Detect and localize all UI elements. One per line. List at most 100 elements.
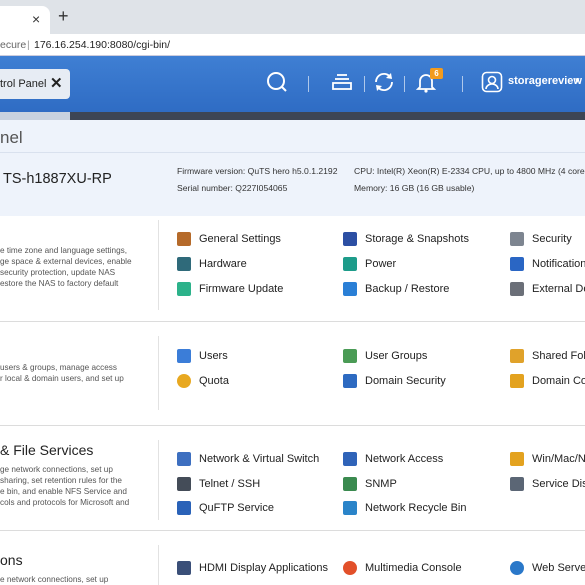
hardware-icon [177, 257, 191, 271]
network-access-icon [343, 452, 357, 466]
browser-tab[interactable]: × [0, 6, 50, 34]
qts-top-bar: trol Panel ✕ [0, 56, 585, 112]
divider [308, 76, 309, 92]
nas-model-name: TS-h1887XU-RP [3, 171, 112, 187]
user-groups-icon [343, 349, 357, 363]
tab-strip [0, 112, 70, 120]
item-label: Multimedia Console [365, 562, 462, 574]
divider [404, 76, 405, 92]
terminal-icon [177, 477, 191, 491]
item-label: Hardware [199, 258, 247, 270]
new-tab-button[interactable]: + [58, 6, 69, 27]
item-label: Win/Mac/N [532, 453, 585, 465]
description-line: ge network connections, set up [0, 465, 113, 474]
web-server-icon [510, 561, 524, 575]
item-label: QuFTP Service [199, 502, 274, 514]
item-label: Network & Virtual Switch [199, 453, 320, 465]
shared-folder-icon [510, 349, 524, 363]
recycle-bin-icon [343, 501, 357, 515]
item-label: Shared Fold [532, 350, 585, 362]
window-title-strip [70, 112, 585, 120]
url-text[interactable]: 176.16.254.190:8080/cgi-bin/ [34, 34, 170, 56]
description-line: security protection, update NAS [0, 268, 116, 277]
hdmi-icon [177, 561, 191, 575]
external-device-icon [510, 282, 524, 296]
item-label: Backup / Restore [365, 283, 450, 295]
cpu-info: CPU: Intel(R) Xeon(R) E-2334 CPU, up to … [354, 166, 585, 176]
users-icon [177, 349, 191, 363]
divider [364, 76, 365, 92]
stack-icon[interactable] [330, 70, 354, 94]
close-tab-icon[interactable]: × [32, 11, 40, 27]
power-icon [343, 257, 357, 271]
description-line: ge space & external devices, enable [0, 257, 132, 266]
item-label: SNMP [365, 478, 397, 490]
notification-icon [510, 257, 524, 271]
divider [158, 220, 159, 310]
item-label: Service Disc [532, 478, 585, 490]
lock-icon [510, 232, 524, 246]
description-line: estore the NAS to factory default [0, 279, 119, 288]
storage-icon [343, 232, 357, 246]
network-switch-icon [177, 452, 191, 466]
divider [0, 152, 585, 153]
browser-tab-bar: × + [0, 0, 585, 34]
item-label: Quota [199, 375, 229, 387]
section-title: & File Services [0, 442, 94, 458]
item-label: Users [199, 350, 228, 362]
item-label: Telnet / SSH [199, 478, 261, 490]
item-label: HDMI Display Applications [199, 562, 328, 574]
backup-icon [343, 282, 357, 296]
chevron-down-icon[interactable]: ▾ [575, 75, 580, 86]
description-line: e bin, and enable NFS Service and [0, 487, 127, 496]
firmware-version: Firmware version: QuTS hero h5.0.1.2192 [177, 166, 338, 176]
description-line: e network connections, set up [0, 575, 109, 584]
item-label: Security [532, 233, 572, 245]
network-section-description: ge network connections, set up sharing, … [0, 464, 150, 508]
username-label[interactable]: storagereview [508, 75, 582, 87]
domain-controller-icon [510, 374, 524, 388]
control-panel-tab[interactable]: trol Panel ✕ [0, 69, 70, 99]
memory-info: Memory: 16 GB (16 GB usable) [354, 183, 475, 193]
description-line: users & groups, manage access [0, 363, 117, 372]
divider [158, 336, 159, 410]
win-mac-icon [510, 452, 524, 466]
item-label: Network Access [365, 453, 444, 465]
item-label: Power [365, 258, 397, 270]
divider [158, 440, 159, 520]
description-line: sharing, set retention rules for the [0, 476, 122, 485]
item-label: Notification [532, 258, 585, 270]
page-title: nel [0, 128, 23, 147]
item-label: Storage & Snapshots [365, 233, 469, 245]
item-label: Domain Security [365, 375, 446, 387]
serial-number: Serial number: Q227I054065 [177, 183, 288, 193]
snmp-icon [343, 477, 357, 491]
description-line: e time zone and language settings, [0, 246, 127, 255]
item-label: Web Server [532, 562, 585, 574]
notification-badge: 6 [430, 68, 443, 79]
service-discovery-icon [510, 477, 524, 491]
section-divider [0, 321, 585, 322]
close-icon[interactable]: ✕ [50, 69, 63, 99]
item-label: Domain Con [532, 375, 585, 387]
description-line: cols and protocols for Microsoft and [0, 498, 130, 507]
search-icon[interactable] [265, 70, 289, 94]
item-label: Network Recycle Bin [365, 502, 467, 514]
system-section-description: e time zone and language settings, ge sp… [0, 245, 150, 289]
user-icon[interactable] [480, 70, 504, 94]
item-label: External De [532, 283, 585, 295]
ftp-icon [177, 501, 191, 515]
description-line: r local & domain users, and set up [0, 374, 124, 383]
privilege-section-description: users & groups, manage access r local & … [0, 362, 150, 384]
divider [462, 76, 463, 92]
applications-section-description: e network connections, set up [0, 574, 150, 585]
address-bar[interactable]: ecure | 176.16.254.190:8080/cgi-bin/ [0, 34, 585, 56]
general-settings-icon [177, 232, 191, 246]
section-title: ons [0, 552, 23, 568]
item-label: User Groups [365, 350, 428, 362]
sync-icon[interactable] [372, 70, 396, 94]
section-divider [0, 425, 585, 426]
multimedia-icon [343, 561, 357, 575]
control-panel-tab-label: trol Panel [0, 78, 47, 90]
security-label[interactable]: ecure [0, 34, 26, 56]
